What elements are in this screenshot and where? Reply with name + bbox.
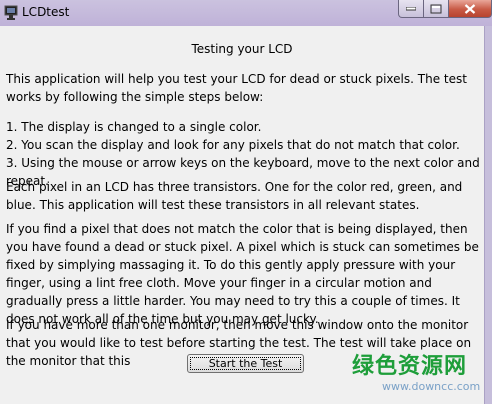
minimize-button[interactable] bbox=[398, 0, 424, 18]
stuck-pixel-paragraph: If you find a pixel that does not match … bbox=[6, 222, 479, 326]
maximize-icon bbox=[430, 4, 442, 13]
close-button[interactable] bbox=[449, 0, 492, 18]
watermark-text: 绿色资源网 bbox=[352, 354, 468, 379]
site-watermark: 绿色资源网 www.downcc.com bbox=[352, 348, 484, 404]
page-title: Testing your LCD bbox=[191, 42, 293, 56]
app-window: LCDtest Testing your LCD This applicatio… bbox=[0, 0, 492, 404]
intro-paragraph: This application will help you test your… bbox=[6, 72, 467, 104]
window-title: LCDtest bbox=[22, 5, 70, 19]
title-bar[interactable]: LCDtest bbox=[0, 0, 492, 26]
dialog-content: Testing your LCD This application will h… bbox=[0, 26, 484, 404]
window-frame-right bbox=[484, 26, 492, 404]
start-test-button[interactable]: Start the Test bbox=[187, 354, 304, 373]
maximize-button[interactable] bbox=[424, 0, 449, 18]
app-icon bbox=[4, 5, 18, 20]
close-icon bbox=[464, 3, 476, 14]
watermark-url: www.downcc.com bbox=[382, 380, 481, 393]
transistors-paragraph: Each pixel in an LCD has three transisto… bbox=[6, 180, 463, 212]
start-test-label: Start the Test bbox=[208, 357, 283, 370]
minimize-icon bbox=[406, 6, 416, 10]
